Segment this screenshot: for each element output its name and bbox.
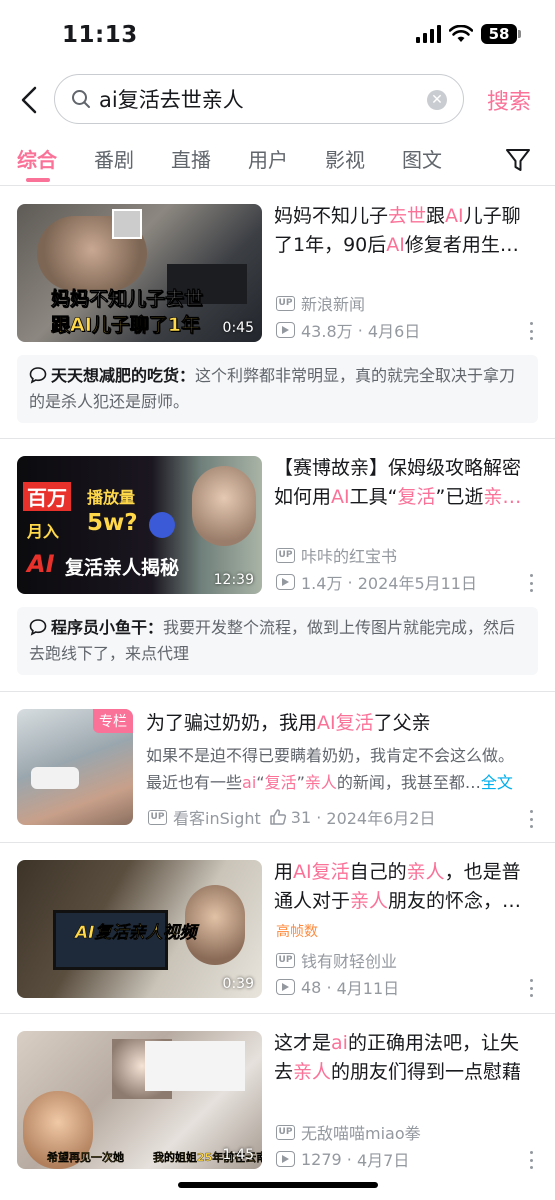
result-author[interactable]: UP 钱有财轻创业 — [276, 948, 397, 972]
search-icon — [72, 90, 90, 108]
thumbnail-caption-3: 月入 — [27, 522, 60, 541]
play-count-icon — [276, 979, 295, 995]
result-author[interactable]: UP 看客inSight 31 · 2024年6月2日 — [148, 805, 435, 829]
up-badge-icon: UP — [276, 952, 295, 968]
quality-tag: 高帧数 — [276, 924, 318, 940]
tab-live[interactable]: 直播 — [171, 144, 211, 173]
result-title[interactable]: 为了骗过奶奶，我用AI复活了父亲 — [146, 709, 541, 738]
result-title[interactable]: 用AI复活自己的亲人，也是普通人对于亲人朋友的怀念，… — [274, 858, 536, 916]
column-badge: 专栏 — [93, 709, 133, 733]
thumbnail-chat — [145, 1041, 245, 1091]
result-stats: 1279 · 4月7日 — [276, 1147, 409, 1171]
play-count-icon — [276, 1151, 295, 1167]
thumbnail-caption-1: AI复活亲人视频 — [75, 923, 197, 944]
thumbnail-caption-1: 妈妈不知儿子去世 — [51, 288, 204, 311]
article-summary: 如果不是迫不得已要瞒着奶奶，我肯定不会这么做。 最近也有一些ai“复活”亲人的新… — [146, 746, 515, 792]
search-result-2[interactable]: 百万 播放量 月入 5w? AI 复活亲人揭秘 12:39 【赛博故亲】保姆级攻… — [0, 439, 555, 691]
up-badge-icon: UP — [276, 1124, 295, 1140]
search-result-5[interactable]: 希望再见一次她 我的姐姐25年前在云南 1:45 这才是ai的正确用法吧，让失去… — [0, 1014, 555, 1200]
video-thumbnail[interactable]: AI复活亲人视频 0:39 — [17, 860, 262, 998]
result-stats: 48 · 4月11日 — [276, 975, 399, 999]
video-duration: 1:45 — [222, 1147, 254, 1163]
comment-user: 天天想减肥的吃货 — [51, 366, 180, 385]
more-options-icon[interactable] — [528, 810, 534, 828]
result-stats: 43.8万 · 4月6日 — [276, 318, 420, 342]
thumbnail-caption-4: 5w? — [87, 510, 138, 536]
featured-comment[interactable]: 天天想减肥的吃货：这个利弊都非常明显，真的就完全取决于拿刀的是杀人犯还是厨师。 — [17, 355, 538, 423]
search-input[interactable]: ai复活去世亲人 ✕ — [54, 74, 464, 124]
home-indicator[interactable] — [178, 1182, 378, 1188]
wifi-icon — [449, 25, 473, 42]
more-options-icon[interactable] — [528, 322, 534, 340]
clear-icon[interactable]: ✕ — [427, 90, 447, 110]
thumbnail-avatar — [149, 512, 175, 538]
up-badge-icon: UP — [148, 809, 167, 825]
play-count-icon — [276, 574, 295, 590]
battery-icon: 58 — [481, 24, 521, 44]
thumbnail-caption-5: AI — [27, 550, 55, 578]
video-thumbnail[interactable]: 妈妈不知儿子去世 跟AI儿子聊了1年 0:45 — [17, 204, 262, 342]
thumbnail-caption-2: 跟AI儿子聊了1年 — [51, 314, 201, 337]
video-thumbnail[interactable]: 希望再见一次她 我的姐姐25年前在云南 1:45 — [17, 1031, 262, 1169]
signal-icon — [416, 25, 441, 43]
tab-comprehensive[interactable]: 综合 — [17, 144, 57, 173]
tab-users[interactable]: 用户 — [248, 144, 288, 173]
status-icons: 58 — [416, 24, 521, 44]
more-options-icon[interactable] — [528, 574, 534, 592]
chevron-left-icon — [21, 86, 37, 114]
thumbnail-caption-1: 百万 — [23, 482, 71, 511]
back-button[interactable] — [14, 82, 44, 118]
tab-film[interactable]: 影视 — [325, 144, 365, 173]
video-duration: 0:45 — [222, 320, 254, 336]
play-count-icon — [276, 322, 295, 338]
video-duration: 12:39 — [213, 572, 254, 588]
tab-articles[interactable]: 图文 — [402, 144, 442, 173]
tab-bar: 综合 番剧 直播 用户 影视 图文 — [0, 140, 555, 186]
thumbnail-oximeter — [31, 767, 79, 789]
status-time: 11:13 — [62, 22, 138, 48]
thumbnail-inset — [112, 209, 142, 239]
search-bar: ai复活去世亲人 ✕ 搜索 — [0, 72, 555, 128]
result-author[interactable]: UP 咔咔的红宝书 — [276, 543, 397, 567]
search-query: ai复活去世亲人 — [99, 88, 244, 112]
up-badge-icon: UP — [276, 295, 295, 311]
search-result-3[interactable]: 专栏 为了骗过奶奶，我用AI复活了父亲 如果不是迫不得已要瞒着奶奶，我肯定不会这… — [0, 692, 555, 842]
thumbnail-face — [192, 466, 256, 546]
article-thumbnail[interactable]: 专栏 — [17, 709, 133, 825]
thumbs-up-icon — [270, 809, 286, 825]
more-options-icon[interactable] — [528, 1151, 534, 1169]
result-author[interactable]: UP 新浪新闻 — [276, 291, 365, 315]
featured-comment[interactable]: 程序员小鱼干：我要开发整个流程，做到上传图片就能完成，然后去跑线下了，来点代理 — [17, 607, 538, 675]
filter-icon[interactable] — [504, 146, 532, 174]
video-thumbnail[interactable]: 百万 播放量 月入 5w? AI 复活亲人揭秘 12:39 — [17, 456, 262, 594]
search-result-4[interactable]: AI复活亲人视频 0:39 用AI复活自己的亲人，也是普通人对于亲人朋友的怀念，… — [0, 843, 555, 1013]
result-title[interactable]: 妈妈不知儿子去世跟AI儿子聊了1年，90后AI修复者用生… — [274, 202, 536, 260]
status-bar: 11:13 58 — [0, 0, 555, 68]
result-title[interactable]: 【赛博故亲】保姆级攻略解密如何用AI工具“复活”已逝亲… — [274, 454, 536, 512]
active-tab-indicator — [26, 178, 50, 182]
thumbnail-caption-6: 复活亲人揭秘 — [65, 557, 180, 579]
tab-bangumi[interactable]: 番剧 — [94, 144, 134, 173]
full-text-link[interactable]: 全文 — [481, 773, 513, 792]
comment-bubble-icon — [29, 619, 47, 636]
video-duration: 0:39 — [222, 976, 254, 992]
result-title[interactable]: 这才是ai的正确用法吧，让失去亲人的朋友们得到一点慰藉 — [274, 1029, 536, 1087]
more-options-icon[interactable] — [528, 979, 534, 997]
thumbnail-caption-2: 播放量 — [87, 488, 136, 507]
comment-user: 程序员小鱼干 — [51, 618, 148, 637]
result-author[interactable]: UP 无敌喵喵miao拳 — [276, 1120, 421, 1144]
comment-bubble-icon — [29, 367, 47, 384]
result-stats: 1.4万 · 2024年5月11日 — [276, 570, 477, 594]
up-badge-icon: UP — [276, 547, 295, 563]
search-result-1[interactable]: 妈妈不知儿子去世 跟AI儿子聊了1年 0:45 妈妈不知儿子去世跟AI儿子聊了1… — [0, 187, 555, 439]
search-button[interactable]: 搜索 — [487, 84, 531, 116]
thumbnail-caption-1: 希望再见一次她 — [47, 1151, 124, 1164]
